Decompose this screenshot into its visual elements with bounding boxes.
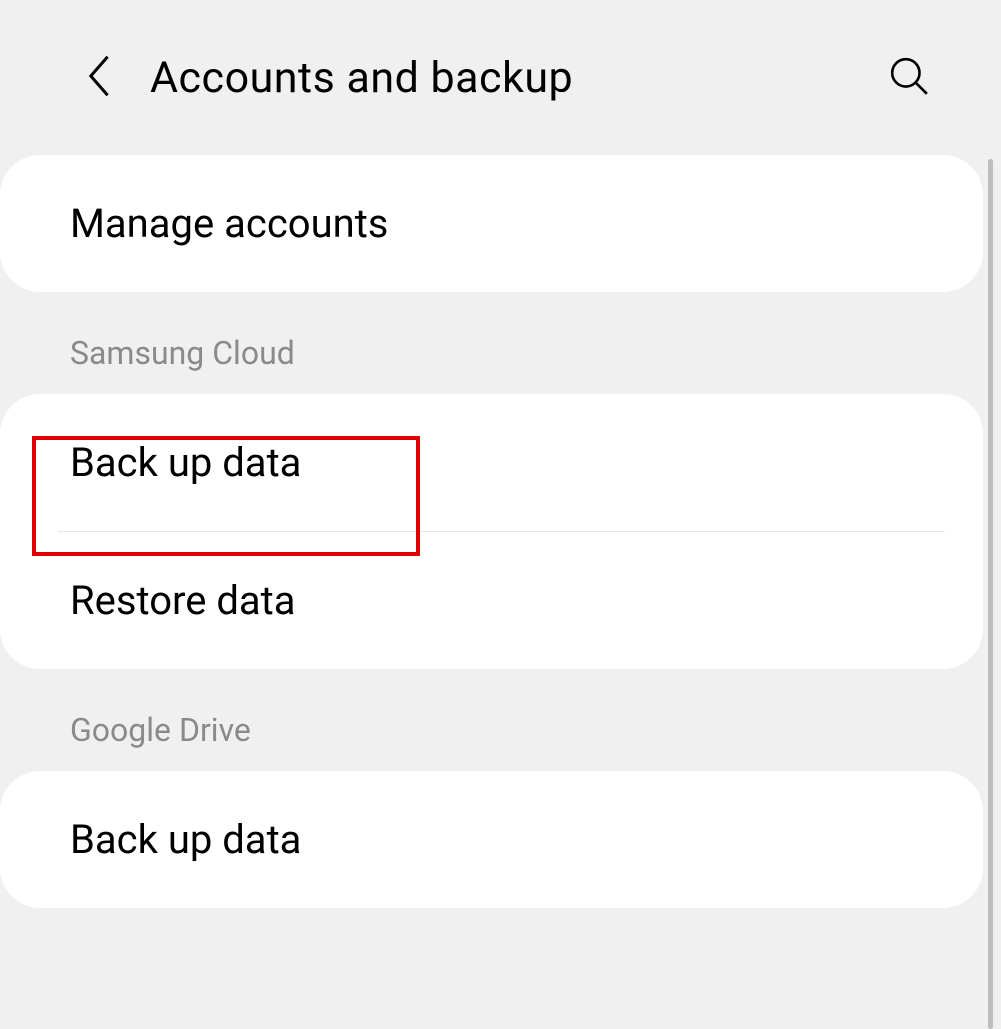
samsung-cloud-back-up-data-item[interactable]: Back up data xyxy=(0,394,983,531)
google-drive-back-up-data-item[interactable]: Back up data xyxy=(0,771,983,908)
section-header-google-drive: Google Drive xyxy=(0,669,983,771)
samsung-cloud-restore-data-label: Restore data xyxy=(70,577,296,624)
manage-accounts-item[interactable]: Manage accounts xyxy=(0,155,983,292)
back-button[interactable] xyxy=(75,55,120,100)
scrollbar[interactable] xyxy=(988,159,993,1029)
manage-accounts-card: Manage accounts xyxy=(0,155,983,292)
google-drive-card: Back up data xyxy=(0,771,983,908)
samsung-cloud-card: Back up data Restore data xyxy=(0,394,983,669)
samsung-cloud-restore-data-item[interactable]: Restore data xyxy=(0,532,983,669)
search-icon xyxy=(888,55,930,101)
section-header-samsung-cloud: Samsung Cloud xyxy=(0,292,983,394)
page-title: Accounts and backup xyxy=(150,53,881,103)
google-drive-back-up-data-label: Back up data xyxy=(70,816,301,863)
manage-accounts-label: Manage accounts xyxy=(70,200,388,247)
content: Manage accounts Samsung Cloud Back up da… xyxy=(0,155,1001,908)
header: Accounts and backup xyxy=(0,0,1001,155)
search-button[interactable] xyxy=(881,50,936,105)
back-chevron-icon xyxy=(83,52,113,104)
samsung-cloud-back-up-data-label: Back up data xyxy=(70,439,301,486)
